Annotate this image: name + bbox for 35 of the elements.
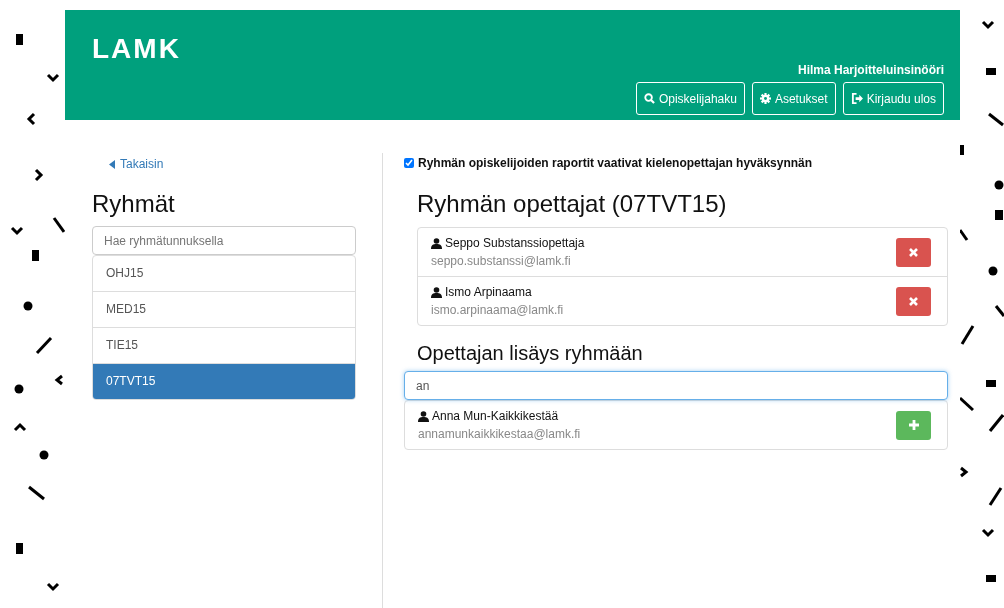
groups-heading: Ryhmät xyxy=(92,190,176,218)
approval-checkbox[interactable] xyxy=(404,158,414,168)
logout-icon xyxy=(850,93,863,104)
person-icon xyxy=(418,410,429,422)
add-teacher-heading: Opettajan lisäys ryhmään xyxy=(417,342,644,365)
logo: LAMK xyxy=(92,33,181,66)
add-button[interactable] xyxy=(896,410,931,440)
group-search-field[interactable]: Hae ryhmätunnuksella xyxy=(92,226,356,255)
group-list-item[interactable]: OHJ15 xyxy=(93,256,355,291)
teacher-email: seppo.substanssi@lamk.fi xyxy=(431,254,572,268)
approval-label: Ryhmän opiskelijoiden raportit vaativat kielenopettajan hyväksynnän xyxy=(418,156,813,170)
close-icon xyxy=(909,247,918,257)
remove-button[interactable] xyxy=(896,237,931,267)
teacher-name: Ismo Arpinaama xyxy=(445,285,532,299)
back-link[interactable]: Takaisin xyxy=(109,157,356,171)
teachers-heading: Ryhmän opettajat (07TVT15) xyxy=(417,190,728,218)
group-list-item[interactable]: 07TVT15 xyxy=(93,363,355,399)
header-button[interactable]: Opiskelijahaku xyxy=(635,82,745,115)
header-button[interactable]: Kirjaudu ulos xyxy=(842,82,944,115)
search-icon xyxy=(643,93,655,104)
person-icon xyxy=(431,286,442,298)
caret-icon xyxy=(109,159,115,169)
gear-icon xyxy=(759,93,771,104)
remove-button[interactable] xyxy=(896,286,931,316)
group-list-item[interactable]: MED15 xyxy=(93,291,355,327)
teacher-search-field[interactable]: an xyxy=(404,371,948,400)
header-button[interactable]: Asetukset xyxy=(751,82,836,115)
person-icon xyxy=(431,237,442,249)
teacher-name: Anna Mun-Kaikkikestää xyxy=(432,409,559,423)
teacher-name: Seppo Substanssiopettaja xyxy=(445,236,585,250)
teacher-email: ismo.arpinaama@lamk.fi xyxy=(431,303,564,317)
teacher-email: annamunkaikkikestaa@lamk.fi xyxy=(418,427,581,441)
plus-icon xyxy=(908,420,919,430)
close-icon xyxy=(909,296,918,306)
user-name: Hilma Harjoitteluinsinööri xyxy=(798,63,944,77)
